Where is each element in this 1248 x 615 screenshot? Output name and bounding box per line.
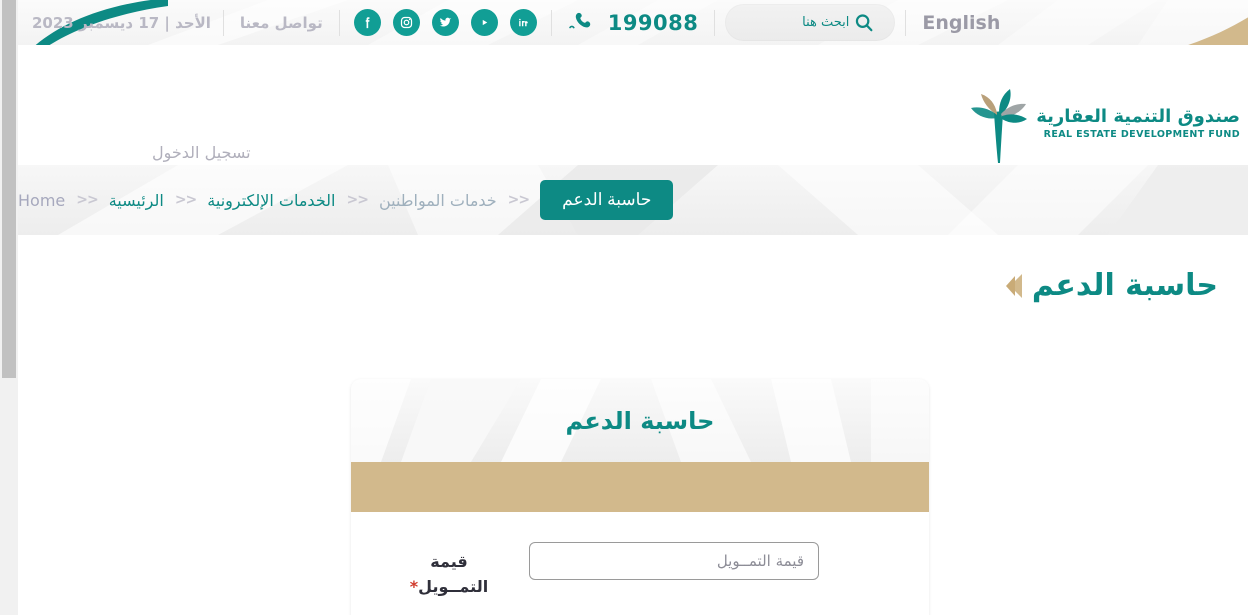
page-root: الأحد | 17 ديسمبر 2023 تواصل معنا 199088… [0,0,1248,615]
search-input[interactable]: ابحث هنا [733,15,849,30]
funding-amount-label-line2: التمــويل [418,576,489,596]
twitter-icon[interactable] [431,9,459,36]
card-gold-band [351,462,929,512]
card-title: حاسبة الدعم [565,406,715,435]
social-links [340,9,551,36]
topbar-divider-1 [222,9,224,36]
hotline-number: 199088 [607,10,699,35]
instagram-icon[interactable] [392,9,420,36]
login-link[interactable]: تسجيل الدخول [152,143,251,162]
funding-amount-label-line1: قيمة [430,552,468,571]
breadcrumb-item-citizen-services[interactable]: خدمات المواطنين [379,191,497,210]
breadcrumb-item-home[interactable]: Home [18,191,65,210]
page-scrollbar[interactable] [0,0,18,615]
breadcrumb-item-eservices[interactable]: الخدمات الإلكترونية [207,191,335,210]
breadcrumb: Home << الرئيسية << الخدمات الإلكترونية … [18,165,1248,235]
redf-palm-logo-icon [971,89,1028,163]
current-date: الأحد | 17 ديسمبر 2023 [32,13,211,32]
breadcrumb-band: Home << الرئيسية << الخدمات الإلكترونية … [18,165,1248,235]
breadcrumb-separator: << [174,192,197,208]
search-box[interactable]: ابحث هنا [725,4,896,41]
funding-amount-label: قيمة التمــويل* [369,542,529,600]
topbar-divider-3 [550,9,552,36]
search-icon[interactable] [849,8,879,38]
funding-amount-row: قيمة التمــويل* [351,542,929,600]
support-calculator-card: حاسبة الدعم قيمة التمــويل* [351,379,929,615]
language-switch-link[interactable]: English [906,12,1016,34]
youtube-icon[interactable] [470,9,498,36]
site-header: صندوق التنمية العقارية REAL ESTATE DEVEL… [18,45,1248,165]
top-utility-bar: الأحد | 17 ديسمبر 2023 تواصل معنا 199088… [18,0,1248,45]
breadcrumb-separator: << [76,192,98,208]
card-body: قيمة التمــويل* [351,512,929,600]
page-title: حاسبة الدعم [1031,268,1218,303]
topbar-divider-2 [338,9,340,36]
page-title-row: حاسبة الدعم [1005,268,1218,303]
chevron-left-double-icon [1005,273,1022,298]
breadcrumb-item-main[interactable]: الرئيسية [109,191,164,210]
contact-us-link[interactable]: تواصل معنا [224,14,339,32]
topbar-divider-5 [905,9,907,36]
breadcrumb-separator: << [346,192,368,208]
linkedin-icon[interactable] [509,9,537,36]
logo-english-name: REAL ESTATE DEVELOPMENT FUND [1043,128,1240,140]
facebook-icon[interactable] [353,9,381,36]
logo-wordmark: صندوق التنمية العقارية REAL ESTATE DEVEL… [1036,106,1240,144]
topbar-divider-4 [714,9,716,36]
funding-amount-input[interactable] [529,542,819,580]
logo-arabic-name: صندوق التنمية العقارية [1036,106,1240,128]
breadcrumb-separator: << [507,192,530,208]
card-header: حاسبة الدعم [351,379,929,462]
scrollbar-thumb[interactable] [2,0,16,378]
breadcrumb-active-button[interactable]: حاسبة الدعم [540,180,674,220]
hotline[interactable]: 199088 [552,10,715,36]
phone-icon [568,12,590,28]
site-logo[interactable]: صندوق التنمية العقارية REAL ESTATE DEVEL… [966,87,1240,163]
required-asterisk: * [409,576,419,596]
